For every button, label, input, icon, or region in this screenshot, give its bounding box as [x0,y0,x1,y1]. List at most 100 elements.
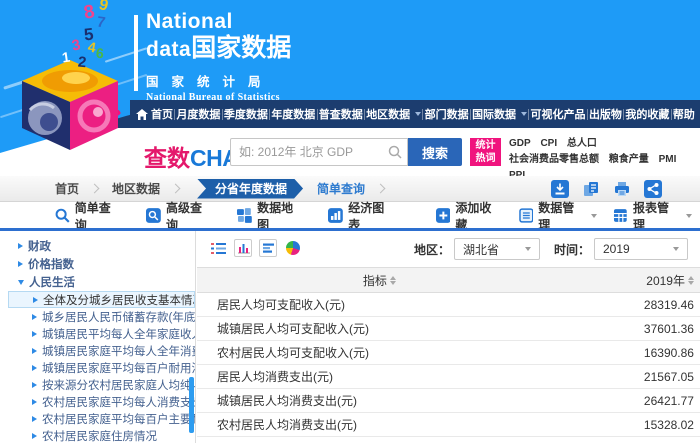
chevron-right-icon [33,297,38,303]
hbar-chart-view-icon[interactable] [259,239,277,257]
cube-digit: 1 [61,50,71,65]
indicator-cell: 居民人均消费支出(元) [197,368,562,385]
table-row: 城镇居民人均可支配收入(元) 37601.36 [197,317,700,341]
value-cell: 16390.86 [562,346,700,360]
view-switcher [209,239,302,257]
search-input[interactable] [230,138,408,166]
value-cell: 28319.46 [562,298,700,312]
chevron-right-icon [32,416,37,422]
breadcrumb-current[interactable]: 简单查询 [317,180,365,197]
breadcrumb-regional-data[interactable]: 地区数据 [112,180,160,197]
breadcrumb-home[interactable]: 首页 [55,180,79,197]
sidebar-item-selected[interactable]: 全体及分城乡居民收支基本情况(新口径) [8,291,195,308]
sidebar-item[interactable]: 城乡居民人民币储蓄存款(年底余额) [8,308,195,325]
table-view-icon[interactable] [209,239,227,257]
hot-word-link[interactable]: CPI [540,136,557,152]
sort-icon[interactable] [390,276,396,285]
table-row: 城镇居民人均消费支出(元) 26421.77 [197,389,700,413]
share-icon[interactable] [644,180,662,198]
nav-separator [317,109,318,120]
nav-separator [222,109,223,120]
time-select[interactable]: 2019 [594,238,688,260]
data-manage-icon [519,208,534,223]
chevron-expanded-icon [18,280,24,285]
chevron-right-icon [171,184,181,194]
hot-word-link[interactable]: GDP [509,136,531,152]
chevron-down-icon [686,214,692,218]
sidebar-scrollbar[interactable] [189,377,194,433]
region-label: 地区： [414,241,450,258]
chevron-right-icon [32,433,37,439]
chevron-right-icon [18,243,23,249]
nav-separator [364,109,365,120]
chevron-right-icon [18,261,23,267]
chevron-right-icon [32,314,37,320]
sidebar-item[interactable]: 城镇居民家庭平均每人全年消费性支出 [8,342,195,359]
nav-item-quarterly[interactable]: 季度数据 [224,106,268,122]
nav-item-annual[interactable]: 年度数据 [271,106,315,122]
data-panel: 地区： 湖北省 时间： 2019 指标 2019年 [197,231,700,443]
site-logo: National data国家数据 国家统计局 National Bureau … [146,10,291,103]
nav-separator [269,109,270,120]
sidebar-item[interactable]: 城镇居民平均每人全年家庭收入来源 [8,325,195,342]
logo-title-en2: data [146,38,191,61]
indicator-cell: 农村居民人均消费支出(元) [197,416,562,433]
hot-word-link[interactable]: 粮食产量 [609,152,649,168]
indicator-column-header: 指标 [363,272,387,289]
breadcrumb-active-tab[interactable]: 分省年度数据 [197,179,303,199]
value-cell: 21567.05 [562,370,700,384]
value-cell: 37601.36 [562,322,700,336]
sidebar-item[interactable]: 城镇居民家庭平均每百户耐用消费品拥有 [8,359,195,376]
indicator-table: 指标 2019年 居民人均可支配收入(元) 28319.46 城镇居民人均可支配… [197,267,700,437]
copy-icon[interactable] [582,180,600,198]
nav-item-visualization[interactable]: 可视化产品 [531,106,586,122]
sidebar-item[interactable]: 农村居民家庭平均每人消费支出 [8,393,195,410]
cube-digit: 2 [77,55,87,71]
sort-icon[interactable] [688,276,694,285]
advanced-search-icon [146,208,161,223]
sidebar-item-price-index[interactable]: 价格指数 [8,255,195,273]
nav-separator [587,109,588,120]
sidebar-item-people-livelihood[interactable]: 人民生活 [8,273,195,291]
hot-word-link[interactable]: 总人口 [567,136,597,152]
chevron-down-icon [415,112,421,116]
value-cell: 15328.02 [562,418,700,432]
filter-bar: 地区： 湖北省 时间： 2019 [414,238,688,260]
sidebar-item[interactable]: 农村居民家庭住房情况 [8,427,195,443]
pie-chart-view-icon[interactable] [284,239,302,257]
nav-item-department[interactable]: 部门数据 [425,106,469,122]
cube-icon [20,58,120,150]
chevron-right-icon [90,184,100,194]
chevron-right-icon [32,399,37,405]
nav-separator [422,109,423,120]
print-icon[interactable] [613,180,631,198]
nav-item-monthly[interactable]: 月度数据 [176,106,220,122]
search-button[interactable]: 搜索 [408,138,462,166]
hot-word-link[interactable]: 社会消费品零售总额 [509,152,599,168]
nav-item-home[interactable]: 首页 [136,106,173,122]
nav-item-publications[interactable]: 出版物 [589,106,622,122]
chevron-right-icon [32,331,37,337]
indicator-cell: 居民人均可支配收入(元) [197,296,562,313]
hot-word-link[interactable]: PMI [659,152,677,168]
nav-item-census[interactable]: 普查数据 [319,106,363,122]
report-manage-icon [613,208,628,223]
cube-digit: 9 [97,0,110,15]
cube-digit: 6 [96,46,105,61]
page: National data国家数据 国家统计局 National Bureau … [0,0,700,443]
nav-item-help[interactable]: 帮助 [673,106,695,122]
sidebar-item[interactable]: 按来源分农村居民家庭人均纯收入 [8,376,195,393]
indicator-tree-sidebar: 财政 价格指数 人民生活 全体及分城乡居民收支基本情况(新口径) 城乡居民人民币… [8,231,196,443]
bar-chart-view-icon[interactable] [234,239,252,257]
nav-item-international[interactable]: 国际数据 [472,106,527,122]
search-icon [55,208,70,223]
table-header: 指标 2019年 [197,267,700,293]
region-select[interactable]: 湖北省 [454,238,540,260]
download-icon[interactable] [551,180,569,198]
nav-item-regional[interactable]: 地区数据 [366,106,421,122]
sidebar-item-finance[interactable]: 财政 [8,237,195,255]
chevron-right-icon [376,184,386,194]
sidebar-item[interactable]: 农村居民家庭平均每百户主要耐用消费品 [8,410,195,427]
nav-item-favorites[interactable]: 我的收藏 [625,106,669,122]
chevron-down-icon [525,247,531,251]
